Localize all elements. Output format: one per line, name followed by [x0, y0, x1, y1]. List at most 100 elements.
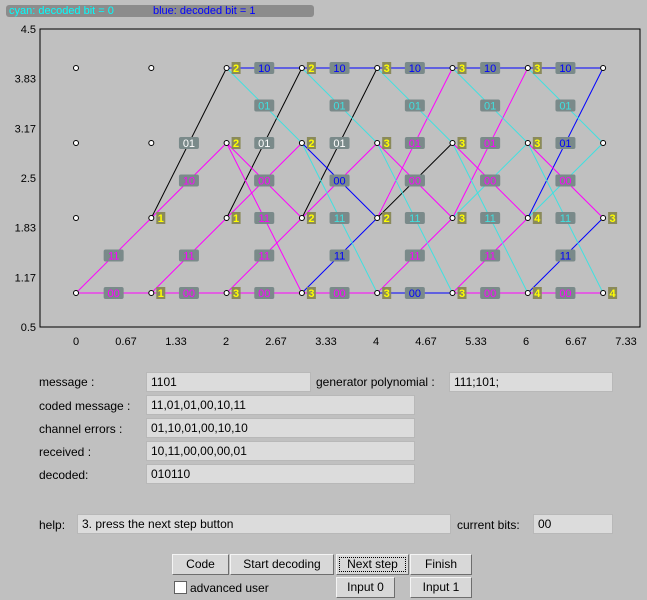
- y-tick-label: 0.5: [21, 322, 36, 334]
- path-metric-label: 3: [459, 288, 465, 300]
- branch-output-label: 01: [333, 101, 345, 113]
- trellis-node: [524, 290, 531, 296]
- branch-output-label: 01: [183, 138, 195, 150]
- path-metric-label: 3: [233, 288, 239, 300]
- channel-errors-field[interactable]: 01,10,01,00,10,10: [146, 418, 415, 438]
- path-metric-label: 2: [308, 213, 314, 225]
- trellis-node: [449, 215, 456, 221]
- branch-output-label: 10: [258, 63, 270, 75]
- trellis-node: [298, 290, 305, 296]
- y-tick-label: 2.5: [21, 173, 36, 185]
- trellis-node: [600, 290, 607, 296]
- branch-output-label: 00: [409, 288, 421, 300]
- trellis-node: [600, 140, 607, 146]
- path-metric-label: 2: [233, 63, 239, 75]
- current-bits-field[interactable]: 00: [533, 514, 613, 534]
- trellis-node: [524, 215, 531, 221]
- help-field[interactable]: 3. press the next step button: [77, 514, 451, 534]
- branch-output-label: 00: [484, 176, 496, 188]
- decoded-label: decoded:: [39, 468, 89, 482]
- path-metric-label: 4: [534, 213, 541, 225]
- received-field[interactable]: 10,11,00,00,00,01: [146, 441, 415, 461]
- branch-output-label: 00: [484, 288, 496, 300]
- generator-polynomial-label: generator polynomial :: [316, 375, 435, 389]
- branch-output-label: 11: [183, 251, 194, 263]
- x-tick-label: 3.33: [315, 336, 336, 348]
- trellis-node: [148, 65, 155, 71]
- trellis-node: [223, 65, 230, 71]
- branch-output-label: 11: [560, 251, 571, 263]
- x-tick-label: 0.67: [115, 336, 136, 348]
- trellis-node: [223, 290, 230, 296]
- x-tick-label: 7.33: [615, 336, 636, 348]
- branch-output-label: 00: [559, 176, 571, 188]
- branch-output-label: 01: [559, 101, 571, 113]
- x-tick-label: 0: [73, 336, 79, 348]
- input-0-button[interactable]: Input 0: [336, 577, 395, 598]
- trellis-node: [73, 215, 79, 221]
- trellis-node: [600, 215, 607, 221]
- branch-output-label: 01: [258, 101, 270, 113]
- path-metric-label: 3: [610, 213, 616, 225]
- message-field[interactable]: 1101: [146, 372, 311, 392]
- trellis-node: [449, 290, 456, 296]
- branch-output-label: 01: [258, 138, 270, 150]
- trellis-diagram: 4.5 3.83 3.17 2.5 1.83 1.17 0.5 0 0.67 1.33 2 2.67 3…: [15, 24, 641, 348]
- x-tick-label: 1.33: [165, 336, 186, 348]
- path-metric-label: 3: [459, 213, 465, 225]
- trellis-node: [298, 140, 305, 146]
- path-metric-label: 4: [534, 288, 541, 300]
- branch-output-label: 00: [333, 176, 345, 188]
- channel-errors-label: channel errors :: [39, 422, 123, 436]
- input-1-button[interactable]: Input 1: [410, 577, 472, 598]
- branch-output-label: 11: [484, 213, 495, 225]
- branch-output-label: 01: [409, 138, 421, 150]
- trellis-node: [298, 65, 305, 71]
- next-step-button[interactable]: Next step: [336, 554, 409, 575]
- decoded-field[interactable]: 010110: [146, 464, 415, 484]
- path-metric-label: 2: [233, 138, 239, 150]
- x-tick-label: 6.67: [565, 336, 586, 348]
- x-tick-label: 4.67: [415, 336, 436, 348]
- trellis-node: [148, 215, 155, 221]
- path-metric-label: 3: [384, 288, 390, 300]
- branch-output-label: 10: [333, 63, 345, 75]
- path-metric-label: 1: [158, 213, 164, 225]
- branch-output-label: 11: [409, 213, 420, 225]
- path-metric-label: 3: [459, 63, 465, 75]
- branch-output-label: 11: [334, 213, 345, 225]
- y-tick-label: 3.17: [15, 123, 36, 135]
- branch-output-label: 00: [409, 176, 421, 188]
- branch-output-label: 11: [484, 251, 495, 263]
- branch-output-label: 01: [559, 138, 571, 150]
- path-metric-label: 4: [610, 288, 617, 300]
- code-button[interactable]: Code: [172, 554, 229, 575]
- start-decoding-button[interactable]: Start decoding: [230, 554, 334, 575]
- path-metric-label: 1: [158, 288, 164, 300]
- trellis-node: [449, 140, 456, 146]
- branch-output-label: 11: [259, 213, 270, 225]
- finish-button[interactable]: Finish: [410, 554, 472, 575]
- x-tick-label: 2: [223, 336, 229, 348]
- trellis-node: [148, 140, 155, 146]
- advanced-user-checkbox[interactable]: [174, 581, 187, 594]
- branch-output-label: 00: [559, 288, 571, 300]
- branch-output-label: 00: [258, 176, 270, 188]
- branch-output-label: 00: [333, 288, 345, 300]
- branch-output-label: 11: [334, 251, 345, 263]
- branch-output-label: 01: [409, 101, 421, 113]
- trellis-node: [374, 290, 381, 296]
- branch-output-label: 10: [559, 63, 571, 75]
- trellis-node: [73, 65, 79, 71]
- coded-message-field[interactable]: 11,01,01,00,10,11: [146, 395, 415, 415]
- path-metric-label: 2: [384, 213, 390, 225]
- generator-polynomial-field[interactable]: 111;101;: [449, 372, 613, 392]
- x-tick-label: 2.67: [265, 336, 286, 348]
- branch-output-label: 01: [333, 138, 345, 150]
- trellis-node: [223, 215, 230, 221]
- trellis-node: [524, 140, 531, 146]
- branch-output-label: 00: [258, 288, 270, 300]
- branch-output-label: 10: [409, 63, 421, 75]
- trellis-node: [374, 140, 381, 146]
- path-metric-label: 3: [308, 288, 314, 300]
